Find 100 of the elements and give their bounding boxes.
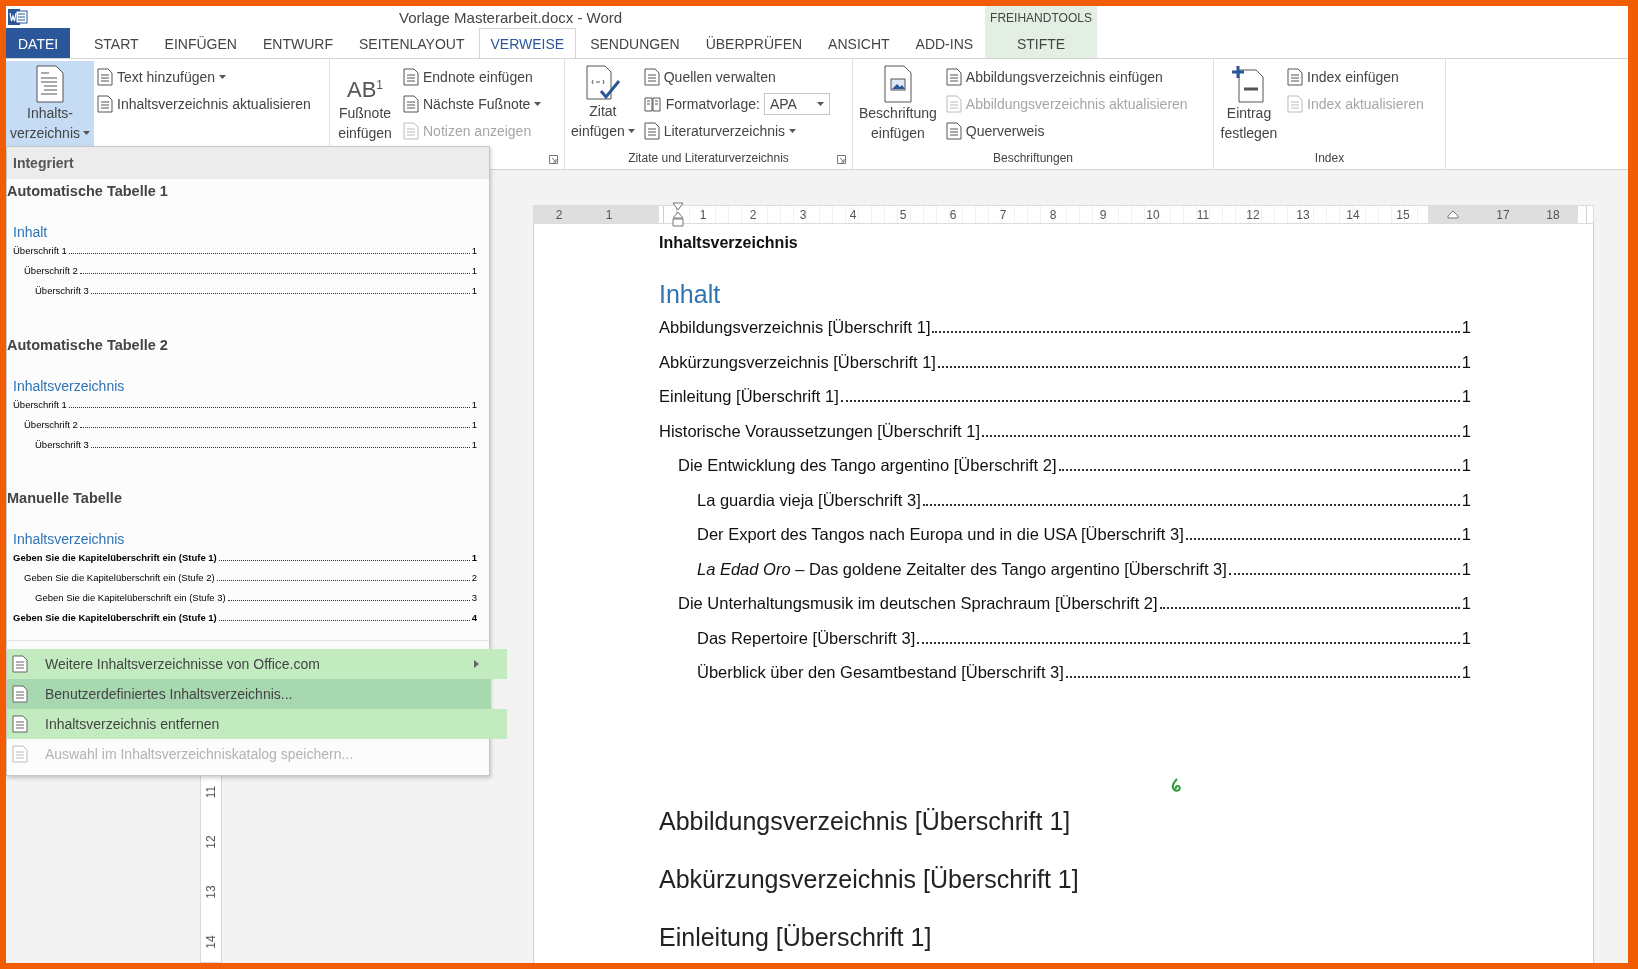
menu-item[interactable]: Weitere Inhaltsverzeichnisse von Office.com	[7, 649, 507, 679]
section-header: Integriert	[7, 147, 489, 179]
document-icon	[11, 655, 29, 673]
page-number: 1	[1461, 593, 1471, 614]
toc-entry-text[interactable]: Die Unterhaltungsmusik im deutschen Sprachraum [Überschrift 2]	[678, 586, 1158, 621]
page-number: 2	[471, 571, 477, 586]
document-icon	[945, 121, 962, 140]
dialog-launcher-icon[interactable]	[837, 155, 846, 164]
gallery-title[interactable]: Manuelle Tabelle	[7, 486, 477, 517]
toc-entry-text: Überschrift 3	[35, 284, 89, 298]
ribbon-tab[interactable]: ANSICHT	[816, 28, 902, 58]
caret-icon	[816, 101, 824, 106]
page-number: 1	[1461, 524, 1471, 545]
ribbon-tab[interactable]: SENDUNGEN	[578, 28, 692, 58]
indent-marker-icon[interactable]	[672, 201, 684, 228]
menu-item[interactable]: Inhaltsverzeichnis entfernen	[7, 709, 507, 739]
ribbon-button[interactable]: Text hinzufügen	[94, 63, 314, 90]
page-number: 1	[1461, 351, 1471, 373]
toc-entry-text: Überschrift 1	[13, 397, 67, 412]
page-number: 1	[471, 551, 477, 566]
document-icon	[97, 67, 113, 86]
ruler-number: 18	[1528, 206, 1578, 223]
ribbon-tab[interactable]: ADD-INS	[903, 28, 986, 58]
ribbon-tab[interactable]: SEITENLAYOUT	[346, 28, 477, 58]
document-icon	[403, 94, 419, 113]
gallery-title[interactable]: Automatische Tabelle 2	[7, 332, 477, 363]
page-number: 1	[471, 264, 477, 278]
menu-item[interactable]: Benutzerdefiniertes Inhaltsverzeichnis...	[7, 679, 491, 709]
page-number: 1	[1461, 662, 1471, 683]
page-number: 1	[1461, 489, 1471, 511]
large-ribbon-button[interactable]: Zitat einfügen	[567, 61, 639, 147]
page-number: 1	[1461, 455, 1471, 476]
swirl-icon	[1171, 777, 1183, 792]
document-icon	[945, 67, 962, 86]
document-heading: Inhaltsverzeichnis	[659, 233, 799, 253]
toc-entry-text[interactable]: Abbildungsverzeichnis [Überschrift 1]	[659, 310, 931, 345]
toc-entry-text[interactable]: Überblick über den Gesamtbestand [Überschrift 3]	[697, 655, 1064, 690]
ribbon-button[interactable]: Literaturverzeichnis	[640, 117, 833, 144]
ribbon-button[interactable]: Index einfügen	[1284, 63, 1427, 90]
toc-entry-text[interactable]: La Edad Oro – Das goldene Zeitalter des Tango argentino [Überschrift 3]	[697, 551, 1227, 586]
toc-entry-text[interactable]: La guardia vieja [Überschrift 3]	[697, 482, 921, 517]
dialog-launcher-icon[interactable]	[549, 155, 558, 164]
ribbon-tab[interactable]: ÜBERPRÜFEN	[693, 28, 815, 58]
caret-icon	[627, 129, 635, 133]
ribbon-button[interactable]: Querverweis	[942, 117, 1191, 144]
caret-icon	[534, 101, 542, 106]
ribbon-tab[interactable]: START	[82, 28, 151, 58]
toc-entry-text[interactable]: Abkürzungsverzeichnis [Überschrift 1]	[659, 344, 936, 379]
toc-entry-text: Überschrift 3	[35, 437, 89, 452]
app-icon[interactable]	[8, 8, 28, 26]
page-number: 1	[471, 284, 477, 298]
ruler-number: 11	[203, 785, 219, 799]
ruler-number: 17	[1478, 206, 1528, 223]
toc-entry-text: Geben Sie die Kapitelüberschrift ein (Stufe 2)	[24, 571, 215, 586]
ribbon-button[interactable]: Endnote einfügen	[400, 63, 545, 90]
ribbon-tab[interactable]: STIFTE	[985, 28, 1097, 58]
contextual-group-title: FREIHANDTOOLS	[990, 10, 1092, 27]
heading: Einleitung [Überschrift 1]	[659, 921, 933, 953]
page-number: 1	[1461, 627, 1471, 649]
toc-entry-text[interactable]: Der Export des Tangos nach Europa und in die USA [Überschrift 3]	[697, 517, 1184, 552]
ribbon-button[interactable]: Inhaltsverzeichnis aktualisieren	[94, 90, 314, 117]
large-ribbon-button[interactable]: Beschriftung einfügen	[855, 61, 941, 147]
toc-entry-text[interactable]: Einleitung [Überschrift 1]	[659, 379, 839, 414]
gallery-title[interactable]: Automatische Tabelle 1	[7, 179, 477, 209]
group-label: Beschriftungen	[992, 151, 1074, 165]
caret-icon	[789, 128, 797, 133]
submenu-arrow-icon	[474, 660, 479, 668]
page-number: 1	[1461, 386, 1471, 407]
document-icon	[1287, 94, 1303, 113]
quote-check-icon	[584, 65, 621, 101]
heading: Abbildungsverzeichnis [Überschrift 1]	[659, 805, 1072, 837]
document-icon	[403, 67, 419, 86]
ribbon-tab[interactable]: DATEI	[6, 28, 70, 58]
ruler-number: 13	[203, 885, 219, 899]
ribbon-tab[interactable]: ENTWURF	[250, 28, 345, 58]
toc-entry-text[interactable]: Die Entwicklung des Tango argentino [Überschrift 2]	[678, 448, 1057, 483]
page-number: 1	[1461, 317, 1471, 338]
document-icon	[97, 94, 113, 113]
style-dropdown[interactable]: APA	[763, 92, 830, 115]
toc-entry-text[interactable]: Historische Voraussetzungen [Überschrift 1]	[659, 413, 980, 448]
document-icon	[11, 715, 29, 733]
document-icon	[11, 745, 29, 763]
ruler-number: 12	[203, 835, 219, 849]
toc-heading: Inhaltsverzeichnis	[12, 530, 126, 549]
document-icon	[643, 67, 660, 86]
ribbon-button[interactable]: Abbildungsverzeichnis einfügen	[942, 63, 1191, 90]
toc-entry-text: Überschrift 2	[24, 264, 78, 278]
window-title: Vorlage Masterarbeit.docx - Word	[399, 8, 623, 26]
indent-marker-icon[interactable]	[1447, 210, 1459, 219]
toc-heading: Inhalt	[12, 223, 49, 241]
large-ribbon-button[interactable]: Inhalts- verzeichnis	[6, 61, 94, 147]
toc-entry-text[interactable]: Das Repertoire [Überschrift 3]	[697, 620, 916, 655]
ribbon-button[interactable]: Quellen verwalten	[640, 63, 833, 90]
toc-entry-text: Überschrift 1	[13, 244, 67, 258]
ribbon-tab[interactable]: EINFÜGEN	[152, 28, 249, 58]
large-ribbon-button[interactable]: Eintrag festlegen	[1216, 61, 1282, 147]
ribbon-tab[interactable]: VERWEISE	[478, 28, 577, 58]
heading: Abkürzungsverzeichnis [Überschrift 1]	[659, 863, 1080, 895]
large-ribbon-button[interactable]: AB$^{1}$ Fußnote einfügen	[332, 61, 398, 147]
ribbon-button[interactable]: Nächste Fußnote	[400, 90, 545, 117]
